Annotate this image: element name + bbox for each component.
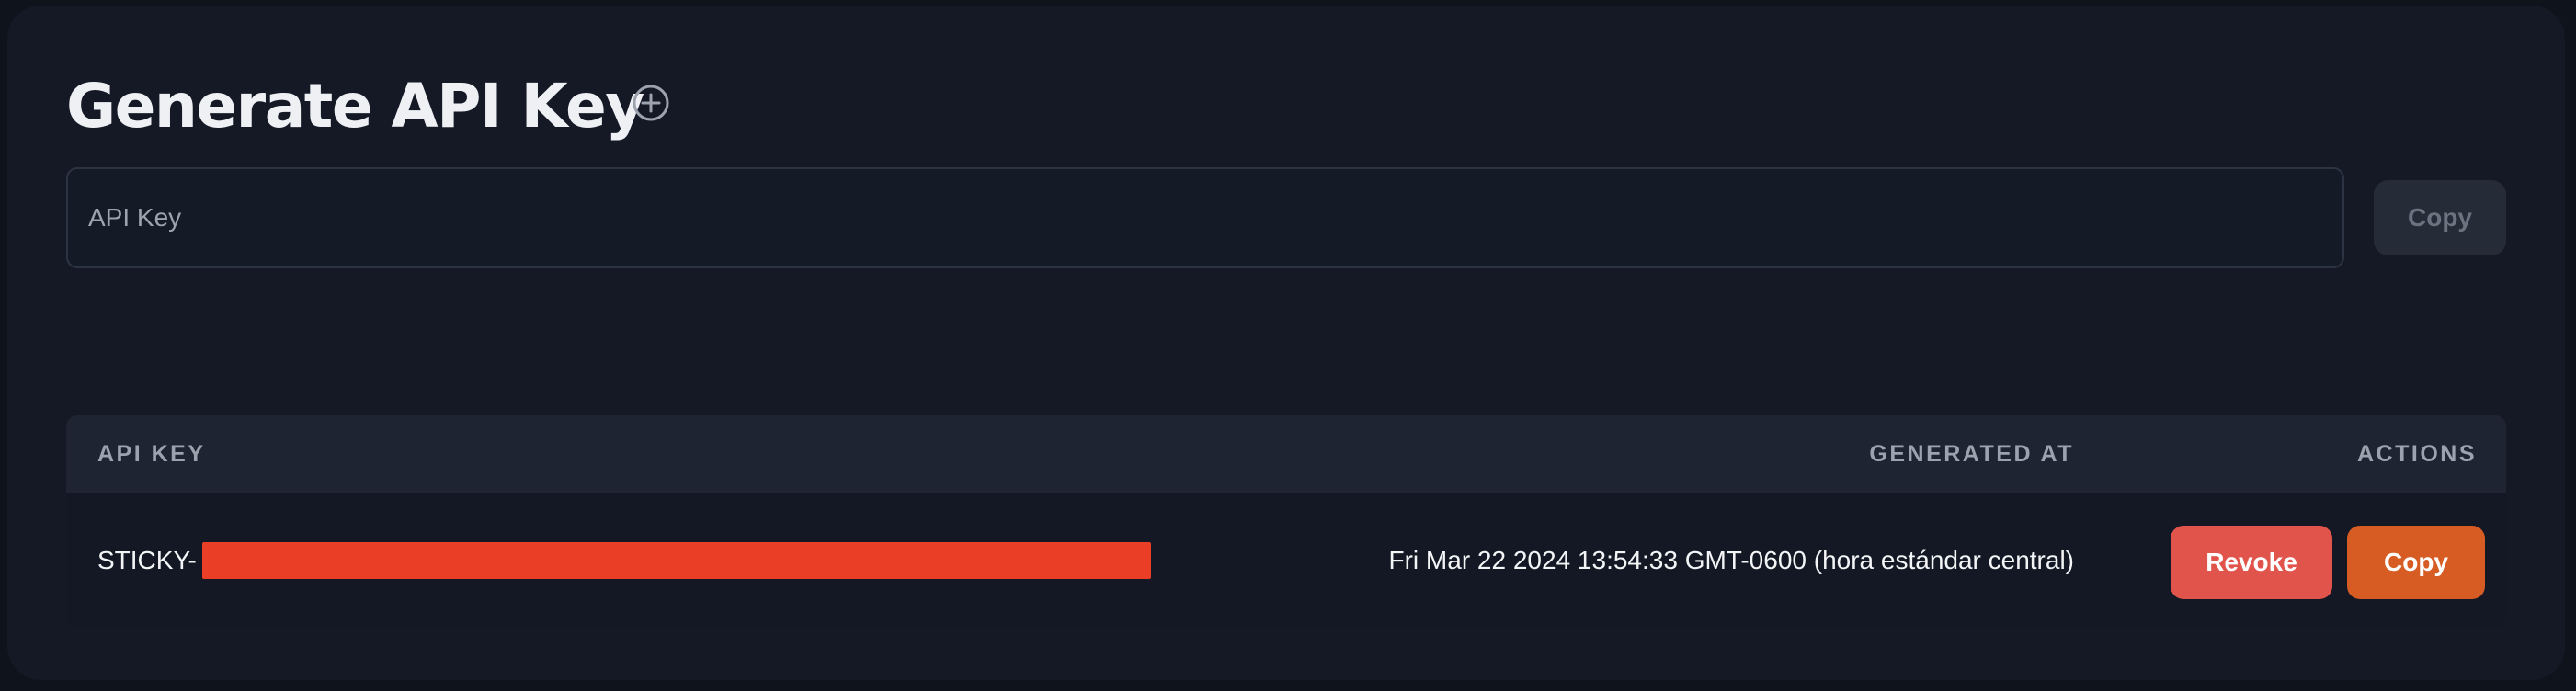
column-header-actions: ACTIONS [2357, 441, 2477, 467]
table-row: STICKY- Fri Mar 22 2024 13:54:33 GMT-060… [66, 493, 2506, 629]
column-header-api-key: API KEY [97, 441, 206, 467]
generated-at-cell: Fri Mar 22 2024 13:54:33 GMT-0600 (hora … [1388, 546, 2075, 574]
plus-circle-icon[interactable] [629, 81, 673, 125]
api-key-card: Generate API Key Copy API KEY GENERATED … [7, 6, 2565, 680]
copy-key-button[interactable]: Copy [2374, 180, 2506, 255]
revoke-button[interactable]: Revoke [2171, 526, 2332, 599]
api-key-input[interactable] [66, 167, 2344, 268]
table-header: API KEY GENERATED AT ACTIONS [66, 415, 2506, 493]
api-key-redaction [202, 542, 1151, 579]
copy-row-button[interactable]: Copy [2347, 526, 2485, 599]
column-header-generated-at: GENERATED AT [1869, 441, 2074, 467]
api-key-cell: STICKY- [97, 546, 197, 574]
api-keys-table: API KEY GENERATED AT ACTIONS STICKY- Fri… [66, 415, 2506, 629]
page-title: Generate API Key [66, 71, 644, 142]
